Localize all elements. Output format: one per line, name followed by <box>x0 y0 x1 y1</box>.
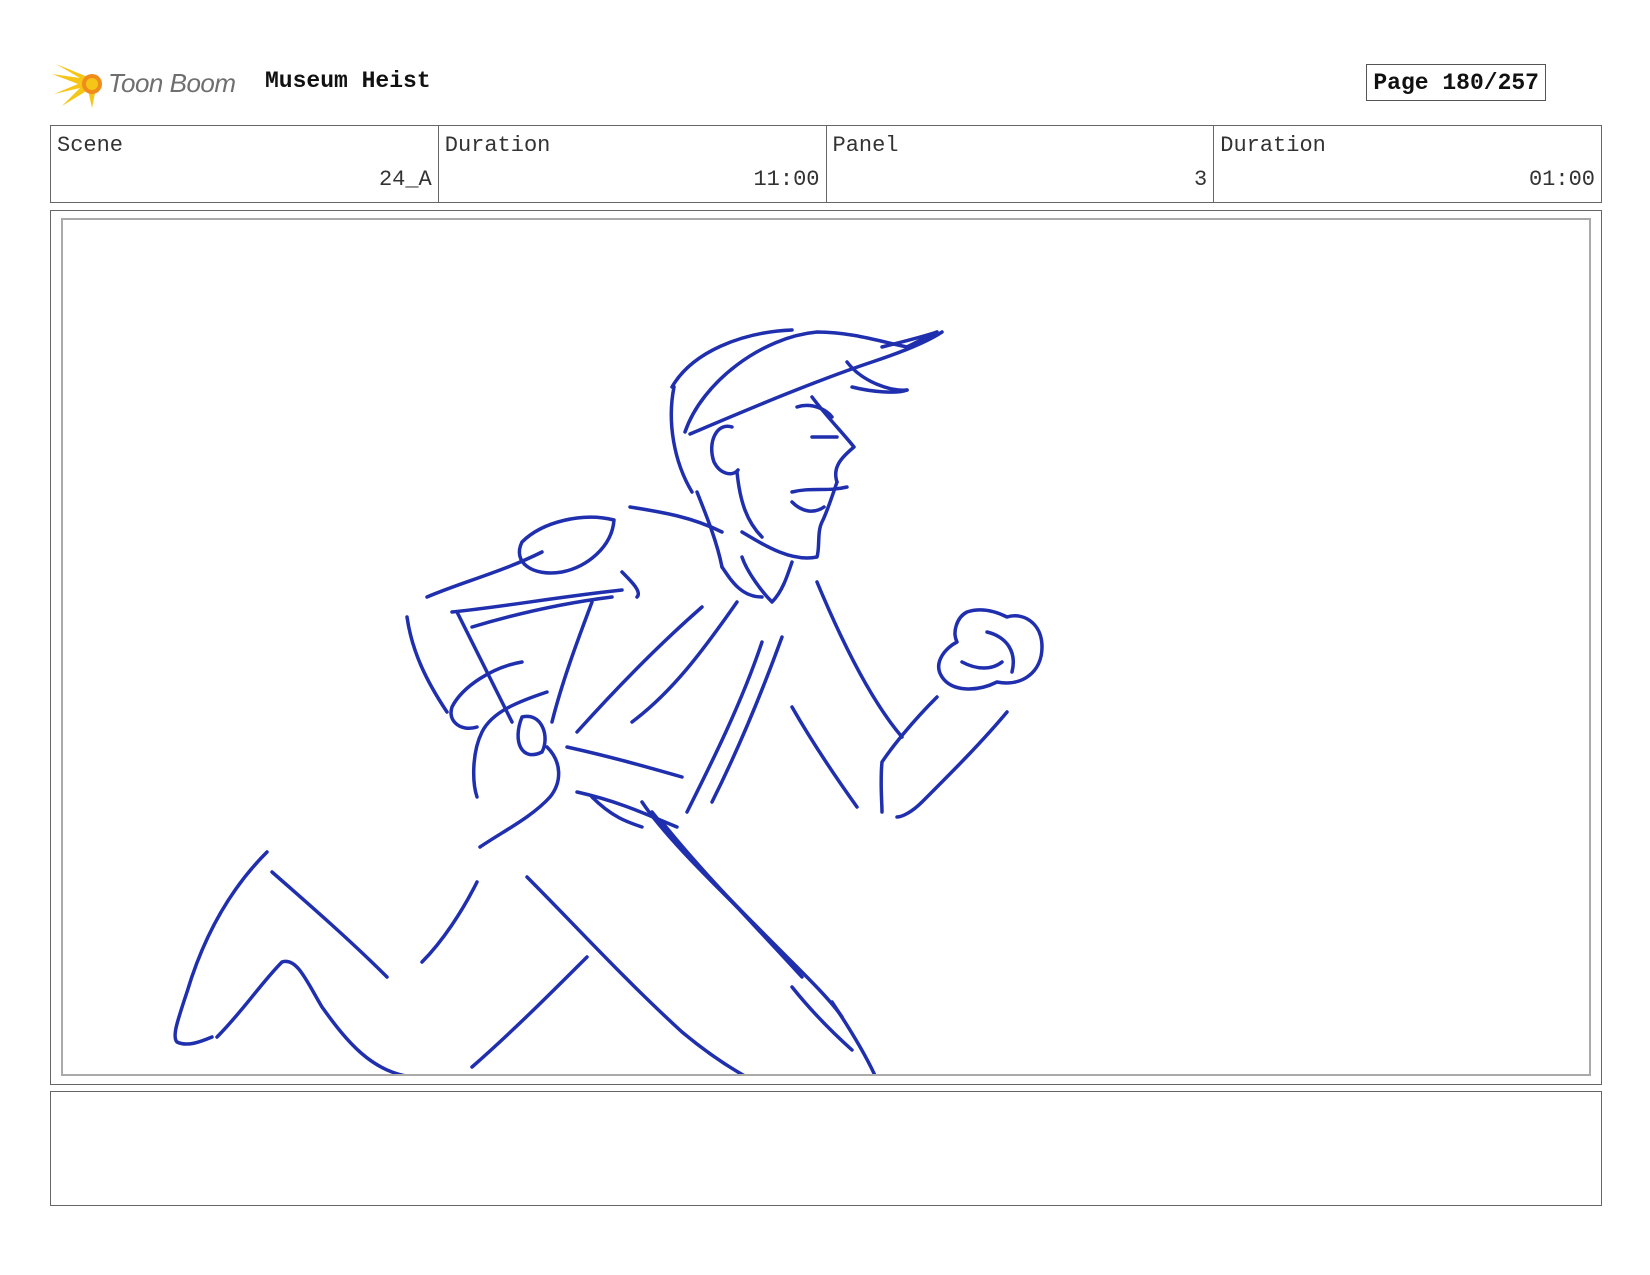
toon-boom-logo: Toon Boom <box>52 58 252 108</box>
project-title: Museum Heist <box>265 68 431 94</box>
scene-cell: Scene 24_A <box>51 126 439 202</box>
panel-duration-value: 01:00 <box>1528 167 1595 192</box>
panel-value: 3 <box>1194 167 1208 192</box>
scene-value: 24_A <box>378 167 432 192</box>
starburst-icon <box>52 64 102 108</box>
scene-duration-label: Duration <box>444 133 551 158</box>
scene-info-table: Scene 24_A Duration 11:00 Panel 3 Durati… <box>50 125 1602 203</box>
panel-notes-box <box>50 1091 1602 1206</box>
panel-duration-cell: Duration 01:00 <box>1214 126 1601 202</box>
logo-text: Toon Boom <box>108 68 236 98</box>
panel-cell: Panel 3 <box>827 126 1215 202</box>
running-man-sketch <box>173 328 1044 1074</box>
page-indicator: Page 180/257 <box>1366 64 1546 101</box>
storyboard-header: Toon Boom Museum Heist Page 180/257 <box>52 56 1600 108</box>
panel-duration-label: Duration <box>1220 133 1326 158</box>
scene-duration-cell: Duration 11:00 <box>439 126 827 202</box>
scene-duration-value: 11:00 <box>753 167 820 192</box>
panel-label: Panel <box>832 133 899 158</box>
panel-image-area <box>61 218 1591 1076</box>
scene-label: Scene <box>57 133 124 158</box>
